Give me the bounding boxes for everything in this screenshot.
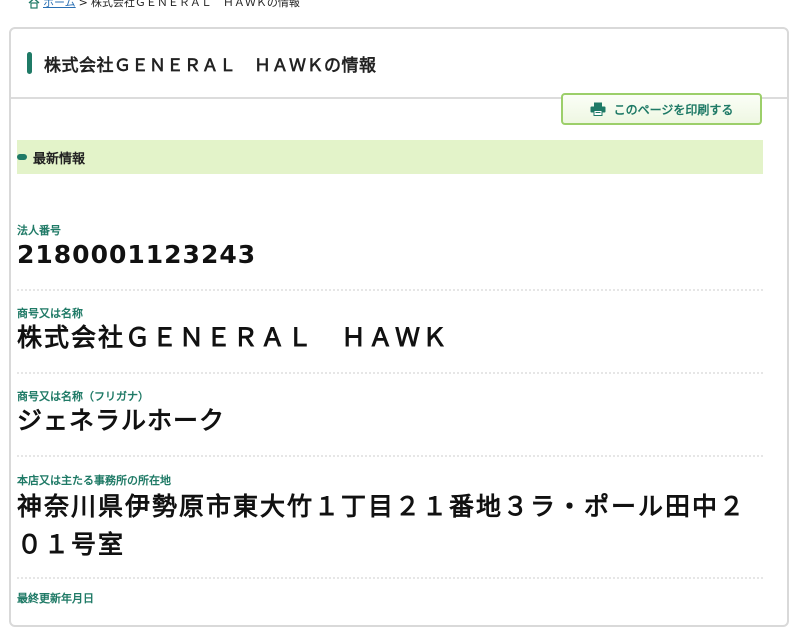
page-title: 株式会社ＧＥＮＥＲＡＬ ＨＡＷＫの情報 [44,55,377,76]
breadcrumb-current: 株式会社ＧＥＮＥＲＡＬ ＨＡＷＫの情報 [90,0,300,9]
divider [17,289,763,291]
field-label: 商号又は名称（フリガナ） [17,390,149,403]
field-last-updated: 最終更新年月日 [17,592,763,606]
field-corporate-number: 法人番号 2180001123243 [17,224,763,272]
card-header: 株式会社ＧＥＮＥＲＡＬ ＨＡＷＫの情報 [11,29,787,99]
divider [17,372,763,374]
print-button-label: このページを印刷する [613,102,734,117]
field-value: 株式会社ＧＥＮＥＲＡＬ ＨＡＷＫ [17,323,450,352]
field-label: 法人番号 [17,224,61,237]
divider [17,455,763,457]
field-label: 最終更新年月日 [17,592,94,605]
print-page-button[interactable]: このページを印刷する [561,93,762,125]
band-marker-icon [17,154,27,160]
section-title: 最新情報 [33,151,86,167]
field-value: 2180001123243 [17,240,257,269]
header-accent-bar [27,52,32,74]
divider [17,577,763,579]
field-head-office-address: 本店又は主たる事務所の所在地 神奈川県伊勢原市東大竹１丁目２１番地３ラ・ポール田… [17,474,763,564]
field-trade-name: 商号又は名称 株式会社ＧＥＮＥＲＡＬ ＨＡＷＫ [17,307,763,355]
field-value: 神奈川県伊勢原市東大竹１丁目２１番地３ラ・ポール田中２０１号室 [17,492,747,559]
breadcrumb: ホーム > 株式会社ＧＥＮＥＲＡＬ ＨＡＷＫの情報 [28,0,300,12]
field-label: 本店又は主たる事務所の所在地 [17,474,171,487]
breadcrumb-separator: > [78,0,88,9]
field-label: 商号又は名称 [17,307,83,320]
home-icon [28,0,40,9]
breadcrumb-home-link[interactable]: ホーム [43,0,76,12]
field-trade-name-kana: 商号又は名称（フリガナ） ジェネラルホーク [17,390,763,438]
field-value: ジェネラルホーク [17,406,226,435]
latest-info-band: 最新情報 [17,140,763,174]
printer-icon [590,102,606,116]
